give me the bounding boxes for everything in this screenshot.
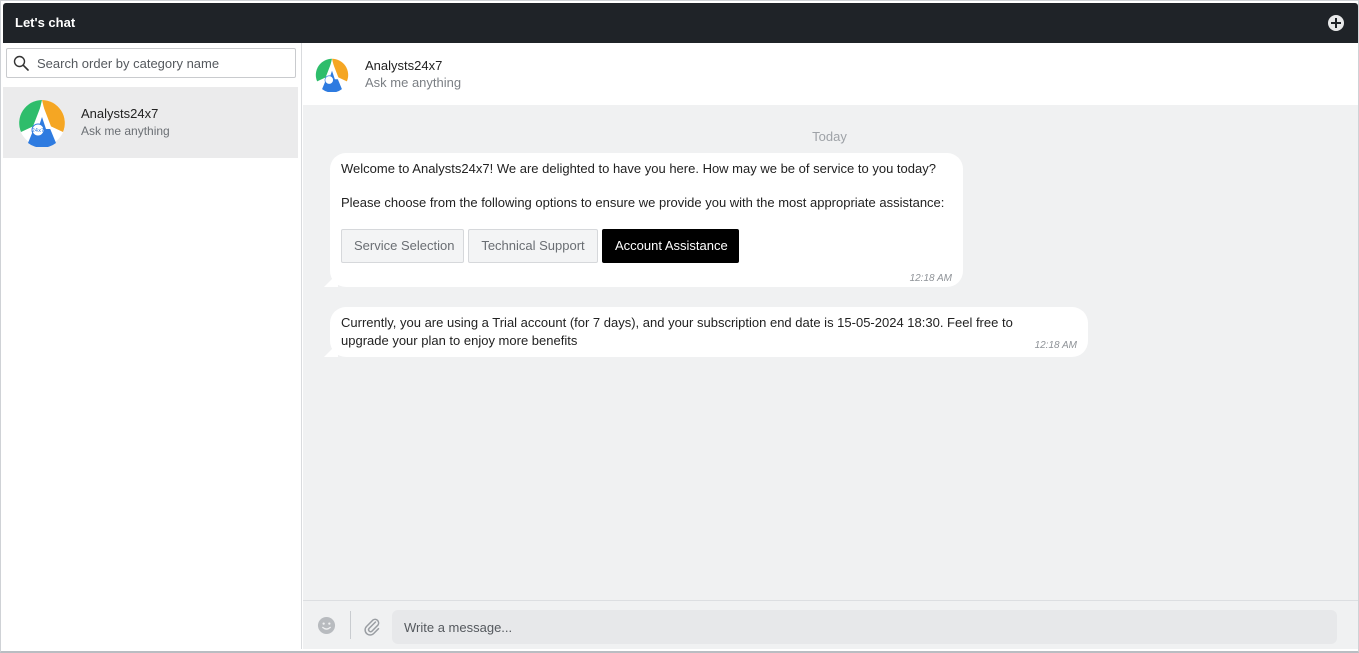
plus-icon[interactable] (1328, 15, 1344, 31)
chat-header: Analysts24x7 Ask me anything (303, 43, 1358, 105)
sidebar: 24x7 Analysts24x7 Ask me anything (3, 43, 302, 649)
message-text: Welcome to Analysts24x7! We are delighte… (341, 161, 936, 176)
svg-text:24x7: 24x7 (32, 128, 45, 134)
search-input[interactable] (37, 53, 289, 73)
search-box[interactable] (6, 48, 296, 78)
message-composer (303, 600, 1358, 649)
search-icon (13, 55, 29, 71)
message-timestamp: 12:18 AM (1034, 340, 1077, 351)
option-service-selection-button[interactable]: Service Selection (341, 229, 464, 263)
window-title: Let's chat (15, 15, 76, 30)
message-bubble: Welcome to Analysts24x7! We are delighte… (330, 153, 963, 287)
date-separator: Today (812, 129, 847, 144)
chat-header-name: Analysts24x7 (365, 58, 443, 73)
analysts24x7-logo-icon (315, 58, 349, 92)
paperclip-icon[interactable] (362, 616, 382, 636)
chat-header-subtitle: Ask me anything (365, 75, 462, 90)
contact-subtitle: Ask me anything (81, 124, 170, 138)
title-bar: Let's chat (3, 3, 1358, 43)
option-account-assistance-button[interactable]: Account Assistance (602, 229, 739, 263)
message-text: Please choose from the following options… (341, 195, 945, 210)
contact-name: Analysts24x7 (81, 106, 159, 121)
message-text: Currently, you are using a Trial account… (341, 315, 1013, 348)
message-input[interactable] (392, 610, 1337, 644)
chat-panel: Analysts24x7 Ask me anything Today Welco… (303, 43, 1358, 649)
contact-item-analysts24x7[interactable]: 24x7 Analysts24x7 Ask me anything (3, 87, 298, 158)
chat-window: Let's chat 24x7 Analysts24x7 Ask me anyt… (0, 0, 1359, 653)
message-bubble: Currently, you are using a Trial account… (330, 307, 1088, 357)
analysts24x7-logo-icon: 24x7 (19, 100, 65, 147)
option-technical-support-button[interactable]: Technical Support (468, 229, 598, 263)
composer-divider (350, 611, 351, 639)
message-timestamp: 12:18 AM (909, 273, 952, 284)
emoji-icon[interactable] (317, 616, 336, 635)
